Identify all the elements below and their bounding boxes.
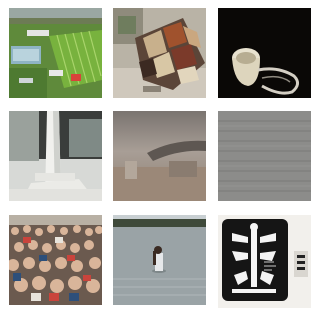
thumbnail-crowd[interactable] — [9, 215, 102, 305]
thumbnail-tribal-artwork[interactable] — [218, 215, 311, 308]
patchwork-sculpture-icon — [113, 8, 206, 98]
ceramic-mug-icon — [218, 8, 311, 98]
thumbnail-gray-texture[interactable] — [218, 111, 311, 201]
white-tower-structure-icon — [9, 111, 102, 201]
foggy-interior-icon — [113, 111, 206, 201]
gray-texture-icon — [218, 111, 311, 201]
tribal-artwork-icon — [218, 215, 311, 308]
thumbnail-grid — [0, 0, 311, 309]
aerial-campus-field-icon — [9, 8, 102, 98]
thumbnail-white-tower[interactable] — [9, 111, 102, 201]
thumbnail-person-in-water[interactable] — [113, 215, 206, 305]
thumbnail-patchwork-sculpture[interactable] — [113, 8, 206, 98]
thumbnail-ceramic-mug[interactable] — [218, 8, 311, 98]
crowd-icon — [9, 215, 102, 305]
person-in-water-icon — [113, 215, 206, 305]
thumbnail-foggy-interior[interactable] — [113, 111, 206, 201]
thumbnail-aerial-campus[interactable] — [9, 8, 102, 98]
